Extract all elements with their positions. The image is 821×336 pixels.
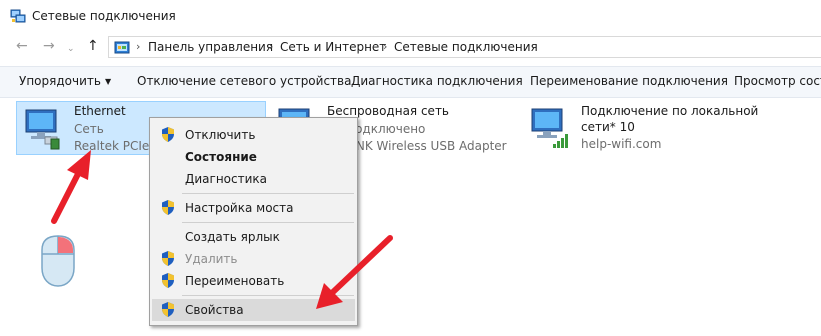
connection-name: Ethernet xyxy=(74,104,126,118)
forward-button[interactable]: → xyxy=(43,39,55,53)
menu-item-delete[interactable]: Удалить xyxy=(152,248,355,270)
network-connections-icon xyxy=(10,9,26,23)
menu-item-create-shortcut[interactable]: Создать ярлык xyxy=(152,226,355,248)
command-toolbar: Упорядочить ▼ Отключение сетевого устройс… xyxy=(0,66,821,98)
menu-item-label: Состояние xyxy=(185,150,257,164)
recent-locations-button[interactable]: ⌄ xyxy=(67,42,75,56)
mouse-right-click-icon xyxy=(41,235,75,287)
breadcrumb-network-connections[interactable]: Сетевые подключения xyxy=(394,40,538,54)
menu-separator xyxy=(182,193,354,194)
caret-down-icon: ▼ xyxy=(104,77,112,86)
wifi-signal-icon xyxy=(531,108,568,148)
arrow-right-icon: → xyxy=(43,38,55,54)
menu-separator xyxy=(182,295,354,296)
arrow-left-icon: ← xyxy=(16,38,28,54)
connection-name-line2: сети* 10 xyxy=(581,120,635,134)
menu-item-rename[interactable]: Переименовать xyxy=(152,270,355,292)
arrow-up-icon: ↑ xyxy=(87,38,99,54)
connection-name: Подключение по локальной xyxy=(581,104,759,118)
red-arrow-up-icon xyxy=(51,150,91,224)
breadcrumb-separator: › xyxy=(136,40,141,53)
ethernet-adapter-icon xyxy=(25,109,60,150)
rename-button[interactable]: Переименование подключения xyxy=(530,74,728,88)
menu-item-label: Отключить xyxy=(185,128,256,142)
connection-name: Беспроводная сеть xyxy=(327,104,450,118)
menu-separator xyxy=(182,222,354,223)
organize-button[interactable]: Упорядочить ▼ xyxy=(19,74,111,88)
menu-item-label: Диагностика xyxy=(185,172,268,186)
connection-status: Сеть xyxy=(74,122,104,136)
breadcrumb-control-panel[interactable]: Панель управления xyxy=(148,40,273,54)
menu-item-label: Создать ярлык xyxy=(185,230,280,244)
menu-item-status[interactable]: Состояние xyxy=(152,146,355,168)
disable-device-button[interactable]: Отключение сетевого устройства xyxy=(137,74,351,88)
diagnose-button[interactable]: Диагностика подключения xyxy=(351,74,523,88)
uac-shield-icon xyxy=(162,200,174,215)
uac-shield-icon xyxy=(162,127,174,142)
window-title: Сетевые подключения xyxy=(32,9,176,23)
uac-shield-icon xyxy=(162,251,174,266)
up-button[interactable]: ↑ xyxy=(87,39,99,53)
menu-item-properties[interactable]: Свойства xyxy=(152,299,355,321)
menu-item-label: Свойства xyxy=(185,303,244,317)
connection-status: help-wifi.com xyxy=(581,137,662,151)
view-status-button[interactable]: Просмотр состо xyxy=(734,74,821,88)
uac-shield-icon xyxy=(162,302,174,317)
menu-item-label: Удалить xyxy=(185,252,238,266)
menu-item-diagnose[interactable]: Диагностика xyxy=(152,168,355,190)
organize-label: Упорядочить xyxy=(19,74,101,88)
menu-item-label: Переименовать xyxy=(185,274,285,288)
control-panel-icon xyxy=(114,41,130,54)
menu-item-label: Настройка моста xyxy=(185,201,294,215)
back-button[interactable]: ← xyxy=(16,39,28,53)
title-bar: Сетевые подключения xyxy=(0,0,821,32)
breadcrumb-separator: › xyxy=(269,40,274,53)
context-menu: Отключить Состояние Диагностика Настройк… xyxy=(149,117,358,326)
menu-item-disable[interactable]: Отключить xyxy=(152,124,355,146)
uac-shield-icon xyxy=(162,273,174,288)
chevron-down-icon: ⌄ xyxy=(67,44,75,54)
breadcrumb-network-internet[interactable]: Сеть и Интернет xyxy=(280,40,386,54)
breadcrumb-separator: › xyxy=(383,40,388,53)
menu-item-bridge[interactable]: Настройка моста xyxy=(152,197,355,219)
address-bar[interactable]: › Панель управления › Сеть и Интернет › … xyxy=(108,36,821,58)
